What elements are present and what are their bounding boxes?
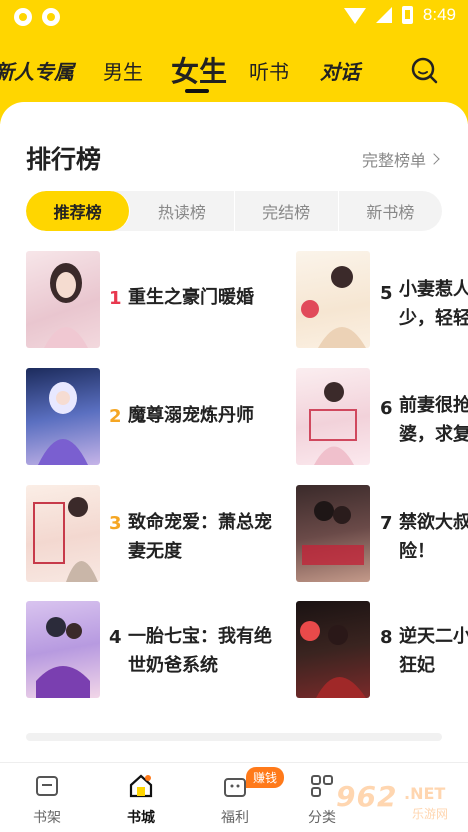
- nav-label: 书城: [127, 810, 155, 826]
- rank-number: 7: [380, 513, 393, 534]
- book-cover[interactable]: [296, 485, 370, 582]
- ranking-card: 排行榜 完整榜单 推荐榜 热读榜 完结榜 新书榜 1 重生之豪门暖婚 2 魔尊溺…: [0, 102, 468, 762]
- scroll-indicator: [26, 733, 442, 741]
- book-title[interactable]: 致命宠爱：萧总宠妻无度: [128, 508, 278, 566]
- watermark-logo: 962 .NET 乐游网: [326, 778, 466, 821]
- gift-icon: [224, 778, 246, 797]
- full-list-label: 完整榜单: [361, 151, 426, 170]
- rank-number: 3: [109, 513, 122, 534]
- rank-number: 4: [109, 627, 122, 648]
- book-title[interactable]: 前妻很抢婆，求复: [399, 391, 468, 449]
- rank-number: 8: [380, 627, 393, 648]
- status-time: 8:49: [422, 5, 456, 24]
- rank-number: 1: [109, 288, 122, 309]
- book-cover[interactable]: [296, 368, 370, 465]
- bookstore-icon: [129, 774, 153, 798]
- signal-icon: [375, 7, 392, 23]
- chevron-right-icon: [428, 153, 440, 165]
- tab-audiobook[interactable]: 听书: [249, 56, 289, 85]
- tab-dialogue[interactable]: 对话: [320, 56, 360, 85]
- book-cover[interactable]: [296, 251, 370, 348]
- earn-badge: 赚钱: [246, 767, 285, 788]
- book-title[interactable]: 重生之豪门暖婚: [128, 283, 278, 312]
- subtab-completed[interactable]: 完结榜: [235, 191, 339, 231]
- book-title[interactable]: 小妻惹人少，轻轻: [399, 275, 468, 333]
- subtab-recommended[interactable]: 推荐榜: [26, 191, 131, 231]
- bookshelf-icon: [36, 776, 58, 796]
- rank-number: 5: [380, 283, 393, 304]
- app-notification-icon: [42, 8, 60, 26]
- nav-label: 福利: [221, 810, 249, 826]
- book-cover[interactable]: [26, 368, 100, 465]
- battery-icon: [401, 6, 413, 24]
- search-icon[interactable]: [410, 56, 438, 84]
- tab-male[interactable]: 男生: [103, 56, 143, 85]
- rank-number: 2: [109, 406, 122, 427]
- watermark-sub: .NET: [404, 784, 446, 803]
- nav-bookstore[interactable]: 书城: [101, 763, 181, 832]
- book-cover[interactable]: [296, 601, 370, 698]
- full-list-link[interactable]: 完整榜单: [361, 147, 440, 171]
- book-cover[interactable]: [26, 251, 100, 348]
- subtab-hot[interactable]: 热读榜: [130, 191, 235, 231]
- book-title[interactable]: 逆天二小王狂妃: [399, 622, 468, 680]
- subtab-new[interactable]: 新书榜: [339, 191, 442, 231]
- tab-female[interactable]: 女生: [171, 50, 227, 90]
- watermark-text: 962: [336, 780, 398, 813]
- nav-label: 书架: [33, 810, 61, 826]
- book-cover[interactable]: [26, 601, 100, 698]
- rank-number: 6: [380, 398, 393, 419]
- tab-new-user[interactable]: 新人专属: [0, 56, 74, 85]
- book-title[interactable]: 禁欲大叔险！: [399, 508, 468, 566]
- book-title[interactable]: 魔尊溺宠炼丹师: [128, 401, 278, 430]
- wifi-icon: [343, 8, 366, 24]
- ranking-title: 排行榜: [26, 145, 102, 174]
- nav-bookshelf[interactable]: 书架: [7, 763, 87, 832]
- ranking-subtabs: 推荐榜 热读榜 完结榜 新书榜: [26, 191, 442, 231]
- book-title[interactable]: 一胎七宝：我有绝世奶爸系统: [128, 622, 278, 680]
- app-notification-icon: [14, 8, 32, 26]
- status-bar: 8:49: [0, 0, 468, 34]
- book-cover[interactable]: [26, 485, 100, 582]
- active-tab-indicator: [185, 89, 209, 93]
- watermark-sub2: 乐游网: [412, 807, 449, 821]
